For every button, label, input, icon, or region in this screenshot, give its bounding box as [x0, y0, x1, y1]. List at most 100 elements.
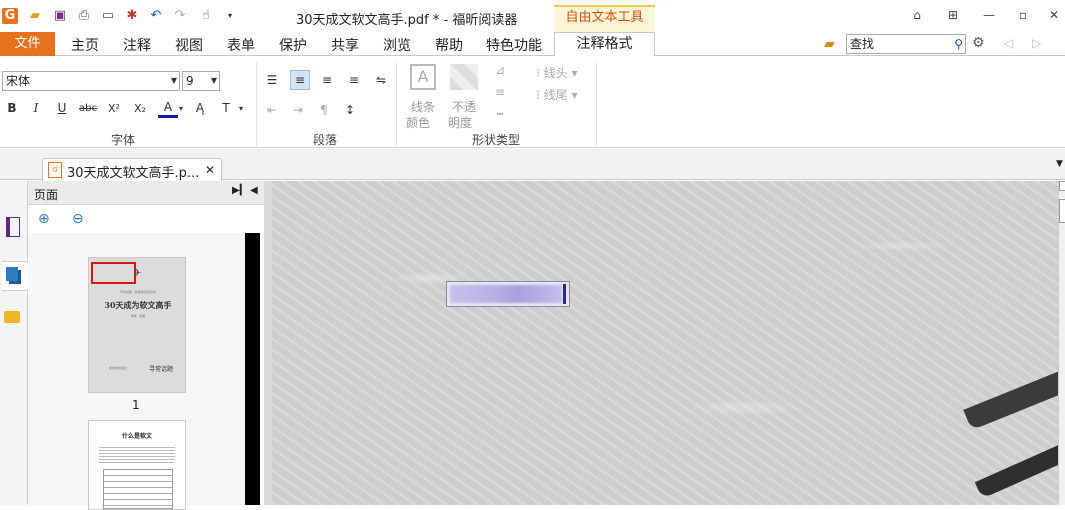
- zoom-in-thumbnail-icon[interactable]: ⊕: [38, 211, 50, 227]
- document-tab-label: 30天成文软文高手.p...: [67, 166, 200, 181]
- font-group-label: 字体: [111, 133, 136, 147]
- tab-view[interactable]: 视图: [175, 35, 203, 55]
- italic-button[interactable]: I: [26, 98, 46, 118]
- panel-splitter[interactable]: [264, 181, 272, 505]
- restore-icon[interactable]: ▫: [1014, 6, 1032, 24]
- thumbnail-scrollbar[interactable]: [245, 233, 260, 505]
- separator: [256, 62, 257, 146]
- fill-color-icon[interactable]: ⊿: [490, 60, 510, 80]
- document-tab-strip: G 30天成文软文高手.p... ✕ ▼: [0, 149, 1065, 181]
- tab-file[interactable]: 文件: [0, 32, 55, 56]
- tab-help[interactable]: 帮助: [435, 35, 463, 55]
- separator: [396, 62, 397, 146]
- nav-forward-icon[interactable]: ▷: [1032, 36, 1041, 50]
- list-button[interactable]: ☰: [262, 70, 282, 90]
- zoom-out-thumbnail-icon[interactable]: ⊖: [72, 211, 84, 227]
- justify-button[interactable]: ⇋: [371, 70, 391, 90]
- bold-button[interactable]: B: [2, 98, 22, 118]
- panel-title: 页面: [34, 188, 59, 202]
- line-width-icon[interactable]: ≡: [490, 82, 510, 102]
- redo-icon[interactable]: ↷: [172, 8, 188, 24]
- scroll-thumb[interactable]: [1059, 199, 1065, 223]
- print-icon[interactable]: ⎙: [76, 8, 92, 24]
- strikethrough-button[interactable]: abc: [78, 98, 98, 118]
- superscript-button[interactable]: X²: [104, 98, 124, 118]
- close-icon[interactable]: ✕: [1045, 6, 1063, 24]
- font-size-select[interactable]: 9 ▼: [182, 71, 220, 91]
- tab-form[interactable]: 表单: [227, 35, 255, 55]
- open-folder-icon[interactable]: ▰: [27, 8, 43, 24]
- tab-home[interactable]: 主页: [71, 35, 99, 55]
- tab-list-chevron-icon[interactable]: ▼: [1056, 159, 1063, 169]
- opacity-label-2: 明度: [447, 116, 472, 130]
- properties-icon[interactable]: ▭: [100, 8, 116, 24]
- line-start-select[interactable]: ⁝ 线头 ▾: [536, 64, 578, 81]
- page-number-1: 1: [132, 398, 140, 412]
- scroll-up-icon[interactable]: [1059, 181, 1065, 191]
- tab-features[interactable]: 特色功能: [486, 35, 542, 55]
- line-spacing-button[interactable]: ↕: [340, 100, 360, 120]
- underline-button[interactable]: U: [52, 98, 72, 118]
- app-logo-icon[interactable]: G: [2, 8, 18, 24]
- bookmark-icon[interactable]: [6, 217, 20, 237]
- page2-title: 什么是软文: [121, 433, 152, 440]
- subscript-button[interactable]: X₂: [130, 98, 150, 118]
- search-input[interactable]: 查找 ⚲: [846, 34, 966, 54]
- hand-tool-icon[interactable]: ☝: [198, 8, 214, 24]
- close-icon[interactable]: ✕: [205, 163, 215, 177]
- text-spacing-button[interactable]: Ą: [190, 98, 210, 118]
- chevron-down-icon[interactable]: ▾: [176, 98, 186, 118]
- panel-collapse-icon[interactable]: ◀: [250, 185, 258, 196]
- line-end-label: 线尾: [543, 88, 568, 102]
- search-folder-icon[interactable]: ▰: [824, 36, 835, 52]
- shape-group-label: 形状类型: [472, 133, 521, 147]
- line-color-label-2: 颜色: [405, 116, 430, 130]
- settings-icon[interactable]: ⚙: [972, 35, 985, 51]
- nav-back-icon[interactable]: ◁: [1004, 36, 1013, 50]
- line-end-select[interactable]: ⁝ 线尾 ▾: [536, 86, 578, 103]
- page-thumbnail-2[interactable]: 什么是软文: [88, 420, 186, 510]
- text-style-button[interactable]: T: [216, 98, 236, 118]
- chevron-down-icon: ▼: [170, 76, 177, 85]
- customize-dropdown-icon[interactable]: ▾: [222, 8, 238, 24]
- rtl-button[interactable]: ¶: [314, 100, 334, 120]
- document-view[interactable]: [272, 181, 1058, 505]
- minimize-icon[interactable]: —: [980, 6, 998, 24]
- ribbon: 宋体 ▼ 9 ▼ B I U abc X² X₂ A ▾ Ą T ▾ 字体 ☰ …: [0, 56, 1065, 148]
- align-center-button[interactable]: ≡: [317, 70, 337, 90]
- align-right-button[interactable]: ≡: [344, 70, 364, 90]
- comments-icon[interactable]: [4, 311, 20, 323]
- tab-comment[interactable]: 注释: [123, 35, 151, 55]
- search-icon[interactable]: ⚲: [954, 35, 963, 53]
- navigation-sidebar: [0, 181, 28, 505]
- tab-share[interactable]: 共享: [331, 35, 359, 55]
- font-color-button[interactable]: A: [158, 98, 178, 118]
- increase-indent-button[interactable]: ⇥: [288, 100, 308, 120]
- undo-icon[interactable]: ↶: [148, 8, 164, 24]
- annotation-redacted-text: [450, 285, 562, 303]
- line-style-icon[interactable]: ┅: [490, 104, 510, 124]
- document-tab[interactable]: G 30天成文软文高手.p... ✕: [42, 158, 222, 181]
- font-name-select[interactable]: 宋体 ▼: [2, 71, 180, 91]
- page-thumbnail-1[interactable]: ✈ 写作技能 · 新媒体运营系列 30天成为软文高手 作者 · 编著 新媒体出版…: [88, 257, 186, 393]
- window-title: 30天成文软文高手.pdf * - 福昕阅读器: [296, 13, 518, 28]
- save-icon[interactable]: ▣: [52, 8, 68, 24]
- align-left-button[interactable]: ≡: [290, 70, 310, 90]
- line-color-button[interactable]: A: [410, 64, 436, 90]
- pages-icon-shape: [6, 267, 18, 281]
- tab-annotation-format[interactable]: 注释格式: [554, 32, 655, 57]
- tab-browse[interactable]: 浏览: [383, 35, 411, 55]
- share-icon[interactable]: ⌂: [908, 6, 926, 24]
- font-name-value: 宋体: [6, 74, 31, 88]
- document-scrollbar[interactable]: [1058, 181, 1065, 505]
- chevron-down-icon[interactable]: ▾: [236, 98, 246, 118]
- decrease-indent-button[interactable]: ⇤: [262, 100, 282, 120]
- new-icon[interactable]: ✱: [124, 8, 140, 24]
- opacity-button[interactable]: [450, 64, 478, 90]
- panel-expand-icon[interactable]: ▶▎: [232, 185, 247, 196]
- freetext-annotation[interactable]: [446, 281, 570, 307]
- pages-panel: 页面 ▶▎ ◀ ⊕ ⊖ ✈ 写作技能 · 新媒体运营系列 30天成为软文高手 作…: [28, 181, 264, 510]
- pdf-file-icon: G: [48, 162, 62, 178]
- tab-protect[interactable]: 保护: [279, 35, 307, 55]
- layout-icon[interactable]: ⊞: [944, 6, 962, 24]
